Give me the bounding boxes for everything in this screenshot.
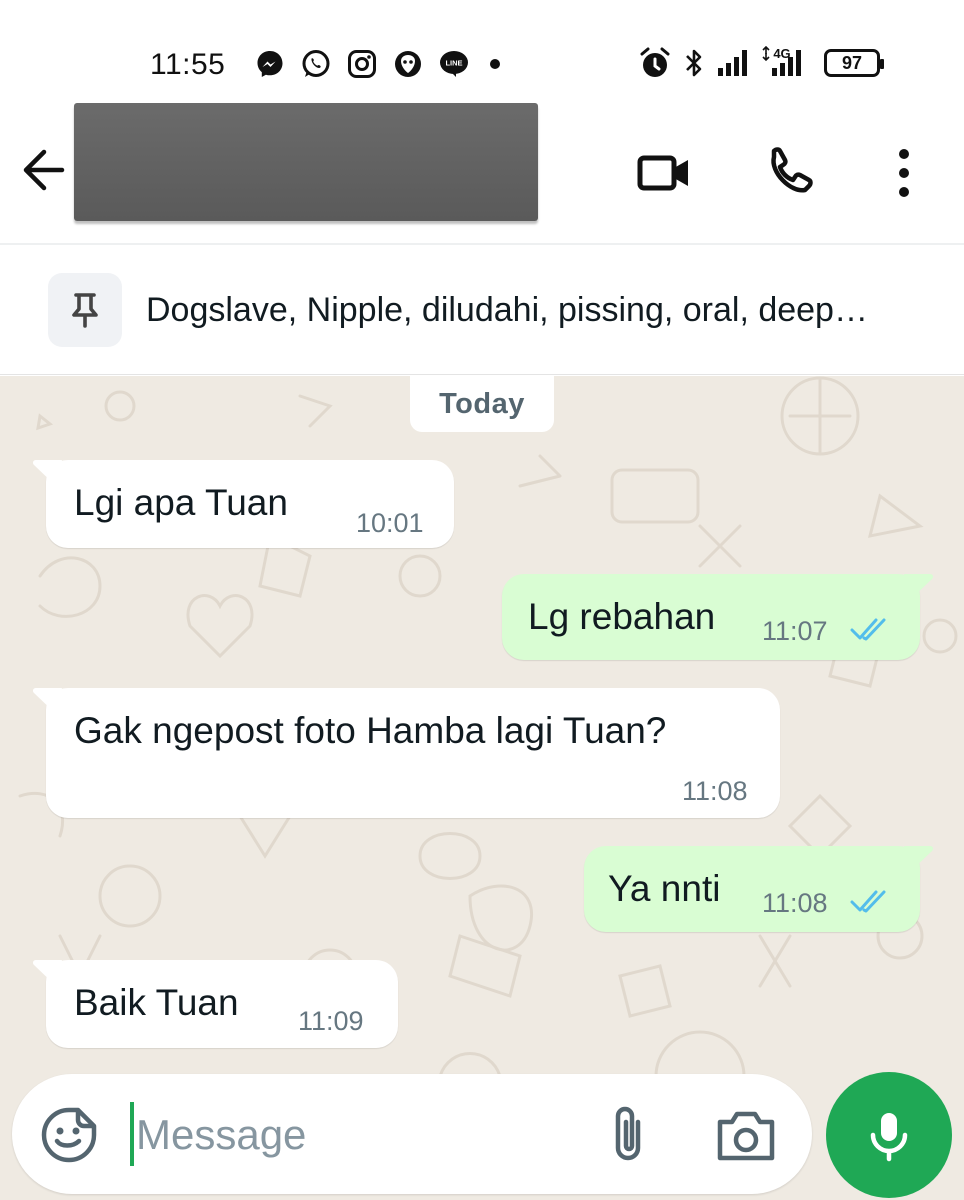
bubble-tail (32, 688, 62, 714)
message-text: Lg rebahan (528, 596, 716, 637)
bubble-tail (904, 574, 934, 600)
more-vert-icon (899, 149, 909, 197)
line-icon: LINE (440, 51, 468, 77)
alarm-icon (640, 47, 670, 77)
bubble-tail (32, 960, 62, 986)
messenger-icon (257, 51, 283, 77)
attach-icon[interactable] (598, 1102, 658, 1168)
phone-icon (771, 147, 813, 193)
message-text: Gak ngepost foto Hamba lagi Tuan? (74, 710, 667, 751)
line-label: LINE (445, 59, 462, 68)
message-time: 11:08 (762, 888, 828, 918)
voice-message-button[interactable] (826, 1072, 952, 1198)
bubble-tail (904, 846, 934, 872)
grindr-icon (395, 51, 421, 77)
bubble-tail (32, 460, 62, 486)
message-text: Lgi apa Tuan (74, 482, 288, 523)
system-icons: 4G 97 (638, 46, 884, 80)
camera-icon[interactable] (712, 1104, 780, 1166)
message-time: 10:01 (356, 508, 424, 538)
notification-icons: LINE (254, 48, 500, 80)
message-composer (12, 1074, 812, 1194)
incoming-message[interactable]: Gak ngepost foto Hamba lagi Tuan? 11:08 (32, 688, 780, 818)
date-divider: Today (410, 376, 554, 432)
signal-icon (718, 50, 747, 76)
signal-4g-icon: 4G (762, 46, 801, 76)
message-text: Ya nnti (608, 868, 721, 909)
read-receipt-icon (850, 618, 886, 641)
read-receipt-icon (850, 890, 886, 913)
more-options-button[interactable] (874, 143, 934, 203)
status-time: 11:55 (150, 48, 226, 81)
pin-icon-box (48, 273, 122, 347)
pinned-message-text: Dogslave, Nipple, diludahi, pissing, ora… (146, 291, 868, 329)
more-notifications-dot (490, 59, 500, 69)
instagram-icon (348, 50, 376, 78)
contact-name-redacted[interactable] (74, 103, 538, 221)
video-call-button[interactable] (634, 143, 694, 203)
voice-call-button[interactable] (760, 143, 820, 203)
outgoing-message[interactable]: Lg rebahan 11:07 (502, 574, 934, 660)
battery-level: 97 (841, 52, 863, 73)
outgoing-message[interactable]: Ya nnti 11:08 (584, 846, 934, 932)
message-time: 11:08 (682, 776, 748, 806)
incoming-message[interactable]: Lgi apa Tuan 10:01 (32, 460, 454, 548)
chat-header (0, 95, 964, 245)
back-arrow-icon[interactable] (18, 143, 72, 197)
pin-icon (72, 293, 98, 328)
incoming-message[interactable]: Baik Tuan 11:09 (32, 960, 398, 1048)
message-text: Baik Tuan (74, 982, 239, 1023)
video-call-icon (637, 155, 688, 191)
bluetooth-icon (686, 49, 702, 77)
message-time: 11:09 (298, 1006, 364, 1036)
pinned-message-bar[interactable]: Dogslave, Nipple, diludahi, pissing, ora… (0, 247, 964, 375)
whatsapp-icon (302, 50, 330, 77)
message-input[interactable] (136, 1102, 576, 1168)
mic-icon (870, 1113, 908, 1162)
battery-indicator: 97 (824, 49, 884, 77)
text-cursor (130, 1102, 134, 1166)
message-time: 11:07 (762, 616, 828, 646)
sticker-icon[interactable] (38, 1104, 100, 1166)
